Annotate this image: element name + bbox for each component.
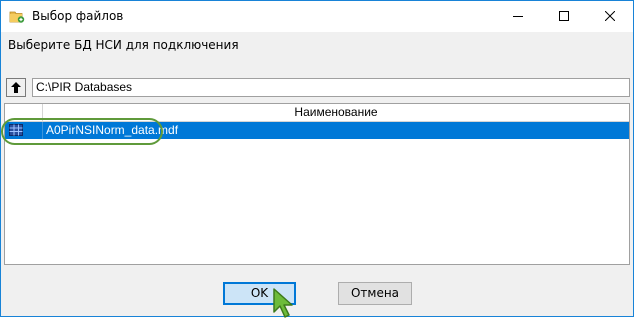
up-folder-button[interactable] <box>6 78 26 97</box>
dialog-window: Выбор файлов Выберите БД НСИ для подключ… <box>0 0 634 318</box>
minimize-icon <box>513 16 523 17</box>
window-title: Выбор файлов <box>32 9 124 23</box>
cancel-button[interactable]: Отмена <box>338 282 412 305</box>
cursor-pointer-icon <box>273 288 293 318</box>
close-icon <box>605 11 615 21</box>
arrow-up-icon <box>11 82 21 93</box>
highlight-annotation <box>1 118 163 145</box>
prompt-label: Выберите БД НСИ для подключения <box>8 38 239 52</box>
maximize-icon <box>559 11 569 21</box>
title-bar[interactable]: Выбор файлов <box>1 1 633 32</box>
minimize-button[interactable] <box>495 1 541 32</box>
maximize-button[interactable] <box>541 1 587 32</box>
path-field[interactable]: C:\PIR Databases <box>32 78 630 97</box>
close-button[interactable] <box>587 1 633 32</box>
app-icon <box>9 8 25 24</box>
